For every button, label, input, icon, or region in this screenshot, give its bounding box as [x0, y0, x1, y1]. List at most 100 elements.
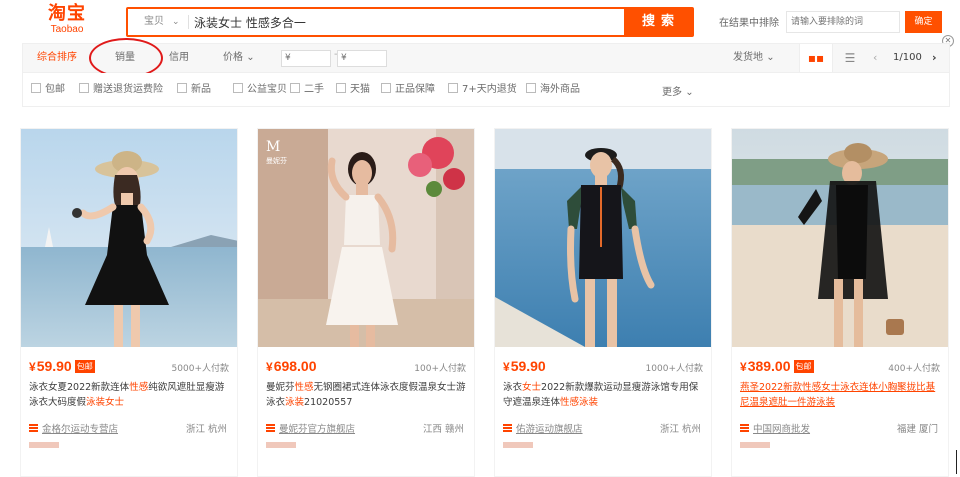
- product-image[interactable]: M 曼妮芬: [258, 129, 474, 347]
- product-card[interactable]: ¥59.90 1000+人付款 泳衣女士2022新款爆款运动显瘦游泳馆专用保守遮…: [494, 128, 712, 477]
- shop-name: 中国网商批发: [753, 424, 811, 435]
- card-tag-strip: [266, 442, 296, 448]
- exclude-confirm-button[interactable]: 确定: [905, 11, 942, 33]
- text-cursor: [956, 450, 957, 474]
- product-price: ¥698.00: [266, 358, 317, 374]
- logo-en-text: Taobao: [50, 24, 84, 35]
- title-text: 曼妮芬: [266, 382, 295, 393]
- svg-text:曼妮芬: 曼妮芬: [266, 156, 287, 165]
- sort-credit[interactable]: 信用: [169, 44, 189, 72]
- svg-text:M: M: [266, 139, 280, 155]
- sort-default[interactable]: 综合排序: [37, 44, 77, 72]
- top-bar: 淘宝 Taobao 宝贝 ⌄ 搜索 在结果中排除 确定: [0, 0, 960, 42]
- shop-link[interactable]: 佑游运动旗舰店: [503, 421, 583, 435]
- page-prev-icon[interactable]: ‹: [873, 44, 877, 72]
- title-highlight: 性感: [129, 382, 149, 393]
- product-title[interactable]: 曼妮芬性感无钢圈裙式连体泳衣度假温泉女士游泳衣泳装21020557: [266, 380, 470, 410]
- filter-checkbox[interactable]: 公益宝贝: [233, 83, 287, 97]
- sort-price-label: 价格: [223, 52, 243, 63]
- product-image[interactable]: [732, 129, 948, 347]
- ship-from-label: 发货地: [733, 52, 763, 63]
- taobao-logo[interactable]: 淘宝 Taobao: [38, 4, 96, 38]
- price-max-input[interactable]: ¥: [337, 50, 387, 67]
- filter-label: 二手: [304, 84, 324, 95]
- logo-cn-text: 淘宝: [48, 3, 86, 24]
- price-value: 59.90: [510, 358, 546, 374]
- free-shipping-badge: 包邮: [793, 360, 814, 373]
- sold-count: 100+人付款: [414, 364, 466, 374]
- product-title[interactable]: 泳衣女士2022新款爆款运动显瘦游泳馆专用保守遮温泉连体性感泳装: [503, 380, 707, 410]
- shop-location: 江西 赣州: [422, 424, 464, 435]
- filter-checkbox[interactable]: 海外商品: [526, 83, 580, 97]
- filter-label: 海外商品: [540, 84, 580, 95]
- product-image[interactable]: [495, 129, 711, 347]
- filter-checkbox[interactable]: 天猫: [336, 83, 370, 97]
- shop-location: 浙江 杭州: [659, 424, 701, 435]
- search-scope-select[interactable]: 宝贝 ⌄: [128, 9, 188, 35]
- more-filters-label: 更多: [662, 87, 682, 98]
- currency-symbol: ¥: [29, 360, 36, 374]
- title-highlight: 性感泳装: [560, 397, 599, 408]
- title-text: 21020557: [304, 397, 353, 408]
- ship-from-filter[interactable]: 发货地 ⌄: [733, 44, 775, 72]
- product-card[interactable]: M 曼妮芬 ¥698.00 100+人付款 曼妮芬性感无钢圈裙式连体泳衣度假温泉…: [257, 128, 475, 477]
- search-button[interactable]: 搜索: [624, 9, 692, 35]
- shop-link[interactable]: 金格尔运动专营店: [29, 421, 118, 435]
- chevron-down-icon: ⌄: [685, 87, 694, 98]
- list-view-icon[interactable]: ☰: [835, 44, 865, 72]
- shop-link[interactable]: 中国网商批发: [740, 421, 810, 435]
- price-min-input[interactable]: ¥: [281, 50, 331, 67]
- title-highlight: 女士: [522, 382, 542, 393]
- filter-checkbox[interactable]: 正品保障: [381, 83, 435, 97]
- product-price: ¥59.90: [503, 358, 546, 374]
- search-input[interactable]: [192, 9, 622, 35]
- checkbox-icon: [290, 83, 300, 93]
- checkbox-icon: [177, 83, 187, 93]
- card-tag-strip: [29, 442, 59, 448]
- title-highlight: 泳装: [285, 397, 305, 408]
- shop-link[interactable]: 曼妮芬官方旗舰店: [266, 421, 355, 435]
- card-tag-strip: [503, 442, 533, 448]
- product-card[interactable]: ¥59.90 包邮 5000+人付款 泳衣女夏2022新款连体性感纯欲风遮肚显瘦游…: [20, 128, 238, 477]
- filter-checkbox[interactable]: 二手: [290, 83, 324, 97]
- exclude-input[interactable]: [786, 11, 900, 33]
- filter-checkbox-row: 包邮 赠送退货运费险 新品 公益宝贝 二手 天猫 正品保障 7+天内退货 海外商…: [22, 73, 950, 107]
- price-value: 698.00: [273, 358, 317, 374]
- title-text: 泳衣女夏2022新款连体: [29, 382, 130, 393]
- product-image[interactable]: [21, 129, 237, 347]
- chevron-down-icon: ⌄: [246, 52, 255, 63]
- product-price: ¥59.90 包邮: [29, 358, 95, 374]
- grid-view-icon[interactable]: ▪▪: [799, 44, 833, 72]
- product-title[interactable]: 燕圣2022新款性感女士泳衣连体小胸聚拢比基尼温泉遮肚一件游泳装: [740, 380, 944, 410]
- shop-icon: [740, 424, 749, 433]
- filter-label: 公益宝贝: [247, 84, 287, 95]
- chevron-down-icon: ⌄: [172, 17, 180, 27]
- filter-checkbox[interactable]: 赠送退货运费险: [79, 83, 163, 97]
- search-box: 宝贝 ⌄ 搜索: [126, 7, 694, 37]
- shop-name: 金格尔运动专营店: [42, 424, 119, 435]
- sold-count: 5000+人付款: [171, 364, 229, 374]
- page-indicator: 1/100: [893, 52, 922, 63]
- page-next-icon[interactable]: ›: [932, 44, 937, 72]
- checkbox-icon: [526, 83, 536, 93]
- currency-symbol: ¥: [266, 360, 273, 374]
- filter-checkbox[interactable]: 新品: [177, 83, 211, 97]
- filter-label: 正品保障: [395, 84, 435, 95]
- sort-price[interactable]: 价格 ⌄: [223, 44, 255, 72]
- shop-icon: [503, 424, 512, 433]
- currency-symbol: ¥: [740, 360, 747, 374]
- shop-location: 福建 厦门: [896, 424, 938, 435]
- product-card[interactable]: ¥389.00 包邮 400+人付款 燕圣2022新款性感女士泳衣连体小胸聚拢比基…: [731, 128, 949, 477]
- shop-location: 浙江 杭州: [185, 424, 227, 435]
- more-filters-link[interactable]: 更多 ⌄: [662, 83, 694, 98]
- search-scope-label: 宝贝: [144, 16, 164, 27]
- filter-label: 包邮: [45, 84, 65, 95]
- exclude-label: 在结果中排除: [719, 18, 779, 29]
- filter-checkbox[interactable]: 包邮: [31, 83, 65, 97]
- sold-count: 1000+人付款: [645, 364, 703, 374]
- filter-checkbox[interactable]: 7+天内退货: [448, 83, 517, 97]
- product-title[interactable]: 泳衣女夏2022新款连体性感纯欲风遮肚显瘦游泳衣大码度假泳装女士: [29, 380, 233, 410]
- card-tag-strip: [740, 442, 770, 448]
- chevron-down-icon: ⌄: [766, 52, 775, 63]
- filter-label: 7+天内退货: [462, 84, 517, 95]
